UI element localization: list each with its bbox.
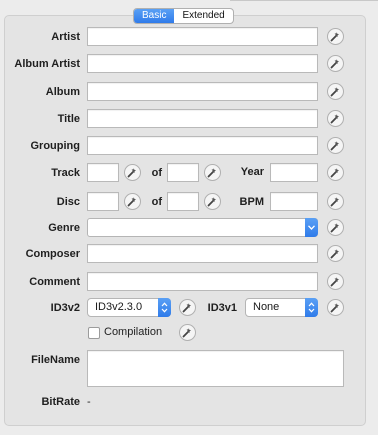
grouping-label: Grouping bbox=[30, 140, 81, 152]
tab-extended[interactable]: Extended bbox=[174, 9, 232, 23]
composer-label: Composer bbox=[25, 248, 80, 260]
year-wand-icon[interactable] bbox=[327, 164, 344, 181]
bpm-field[interactable] bbox=[270, 192, 318, 211]
disc-of-label: of bbox=[151, 196, 162, 208]
disc-total-field[interactable] bbox=[167, 192, 199, 211]
track-number-field[interactable] bbox=[87, 163, 119, 182]
comment-wand-icon[interactable] bbox=[327, 273, 344, 290]
track-wand-icon[interactable] bbox=[124, 164, 141, 181]
genre-label: Genre bbox=[48, 222, 80, 234]
id3v1-value: None bbox=[253, 301, 280, 313]
id3v2-label: ID3v2 bbox=[50, 302, 80, 314]
view-mode-segmented-control: Basic Extended bbox=[133, 8, 234, 24]
id3v1-wand-icon[interactable] bbox=[327, 299, 344, 316]
bpm-wand-icon[interactable] bbox=[327, 193, 344, 210]
title-field[interactable] bbox=[87, 109, 318, 128]
id3v2-popup[interactable]: ID3v2.3.0 bbox=[87, 298, 171, 317]
id3v1-label: ID3v1 bbox=[207, 302, 237, 314]
bitrate-label: BitRate bbox=[41, 396, 80, 408]
year-field[interactable] bbox=[270, 163, 318, 182]
disc-total-wand-icon[interactable] bbox=[204, 193, 221, 210]
artist-label: Artist bbox=[51, 31, 80, 43]
year-label: Year bbox=[240, 166, 264, 178]
window-top-divider bbox=[230, 0, 378, 3]
comment-label: Comment bbox=[29, 276, 80, 288]
comment-field[interactable] bbox=[87, 272, 318, 291]
album-artist-field[interactable] bbox=[87, 54, 318, 73]
artist-field[interactable] bbox=[87, 27, 318, 46]
filename-label: FileName bbox=[31, 354, 80, 366]
track-of-label: of bbox=[151, 167, 162, 179]
genre-wand-icon[interactable] bbox=[327, 219, 344, 236]
chevron-down-icon[interactable] bbox=[305, 218, 318, 237]
composer-wand-icon[interactable] bbox=[327, 245, 344, 262]
disc-number-field[interactable] bbox=[87, 192, 119, 211]
track-label: Track bbox=[51, 167, 80, 179]
id3v2-value: ID3v2.3.0 bbox=[95, 301, 143, 313]
composer-field[interactable] bbox=[87, 244, 318, 263]
title-label: Title bbox=[57, 113, 80, 125]
bpm-label: BPM bbox=[239, 196, 264, 208]
filename-field[interactable] bbox=[87, 350, 344, 387]
title-wand-icon[interactable] bbox=[327, 110, 344, 127]
grouping-wand-icon[interactable] bbox=[327, 137, 344, 154]
album-artist-wand-icon[interactable] bbox=[327, 55, 344, 72]
album-field[interactable] bbox=[87, 82, 318, 101]
chevron-updown-icon bbox=[305, 298, 318, 317]
chevron-updown-icon bbox=[158, 298, 171, 317]
album-label: Album bbox=[45, 86, 80, 98]
artist-wand-icon[interactable] bbox=[327, 28, 344, 45]
disc-label: Disc bbox=[56, 196, 80, 208]
compilation-wand-icon[interactable] bbox=[179, 324, 196, 341]
bitrate-value: - bbox=[87, 396, 91, 408]
album-artist-label: Album Artist bbox=[14, 58, 80, 70]
album-wand-icon[interactable] bbox=[327, 83, 344, 100]
id3v2-wand-icon[interactable] bbox=[179, 299, 196, 316]
track-total-field[interactable] bbox=[167, 163, 199, 182]
track-total-wand-icon[interactable] bbox=[204, 164, 221, 181]
genre-combobox[interactable] bbox=[87, 218, 318, 237]
id3v1-popup[interactable]: None bbox=[245, 298, 318, 317]
disc-wand-icon[interactable] bbox=[124, 193, 141, 210]
grouping-field[interactable] bbox=[87, 136, 318, 155]
compilation-label: Compilation bbox=[104, 326, 163, 338]
compilation-checkbox[interactable] bbox=[88, 327, 100, 339]
tab-basic[interactable]: Basic bbox=[134, 9, 175, 23]
